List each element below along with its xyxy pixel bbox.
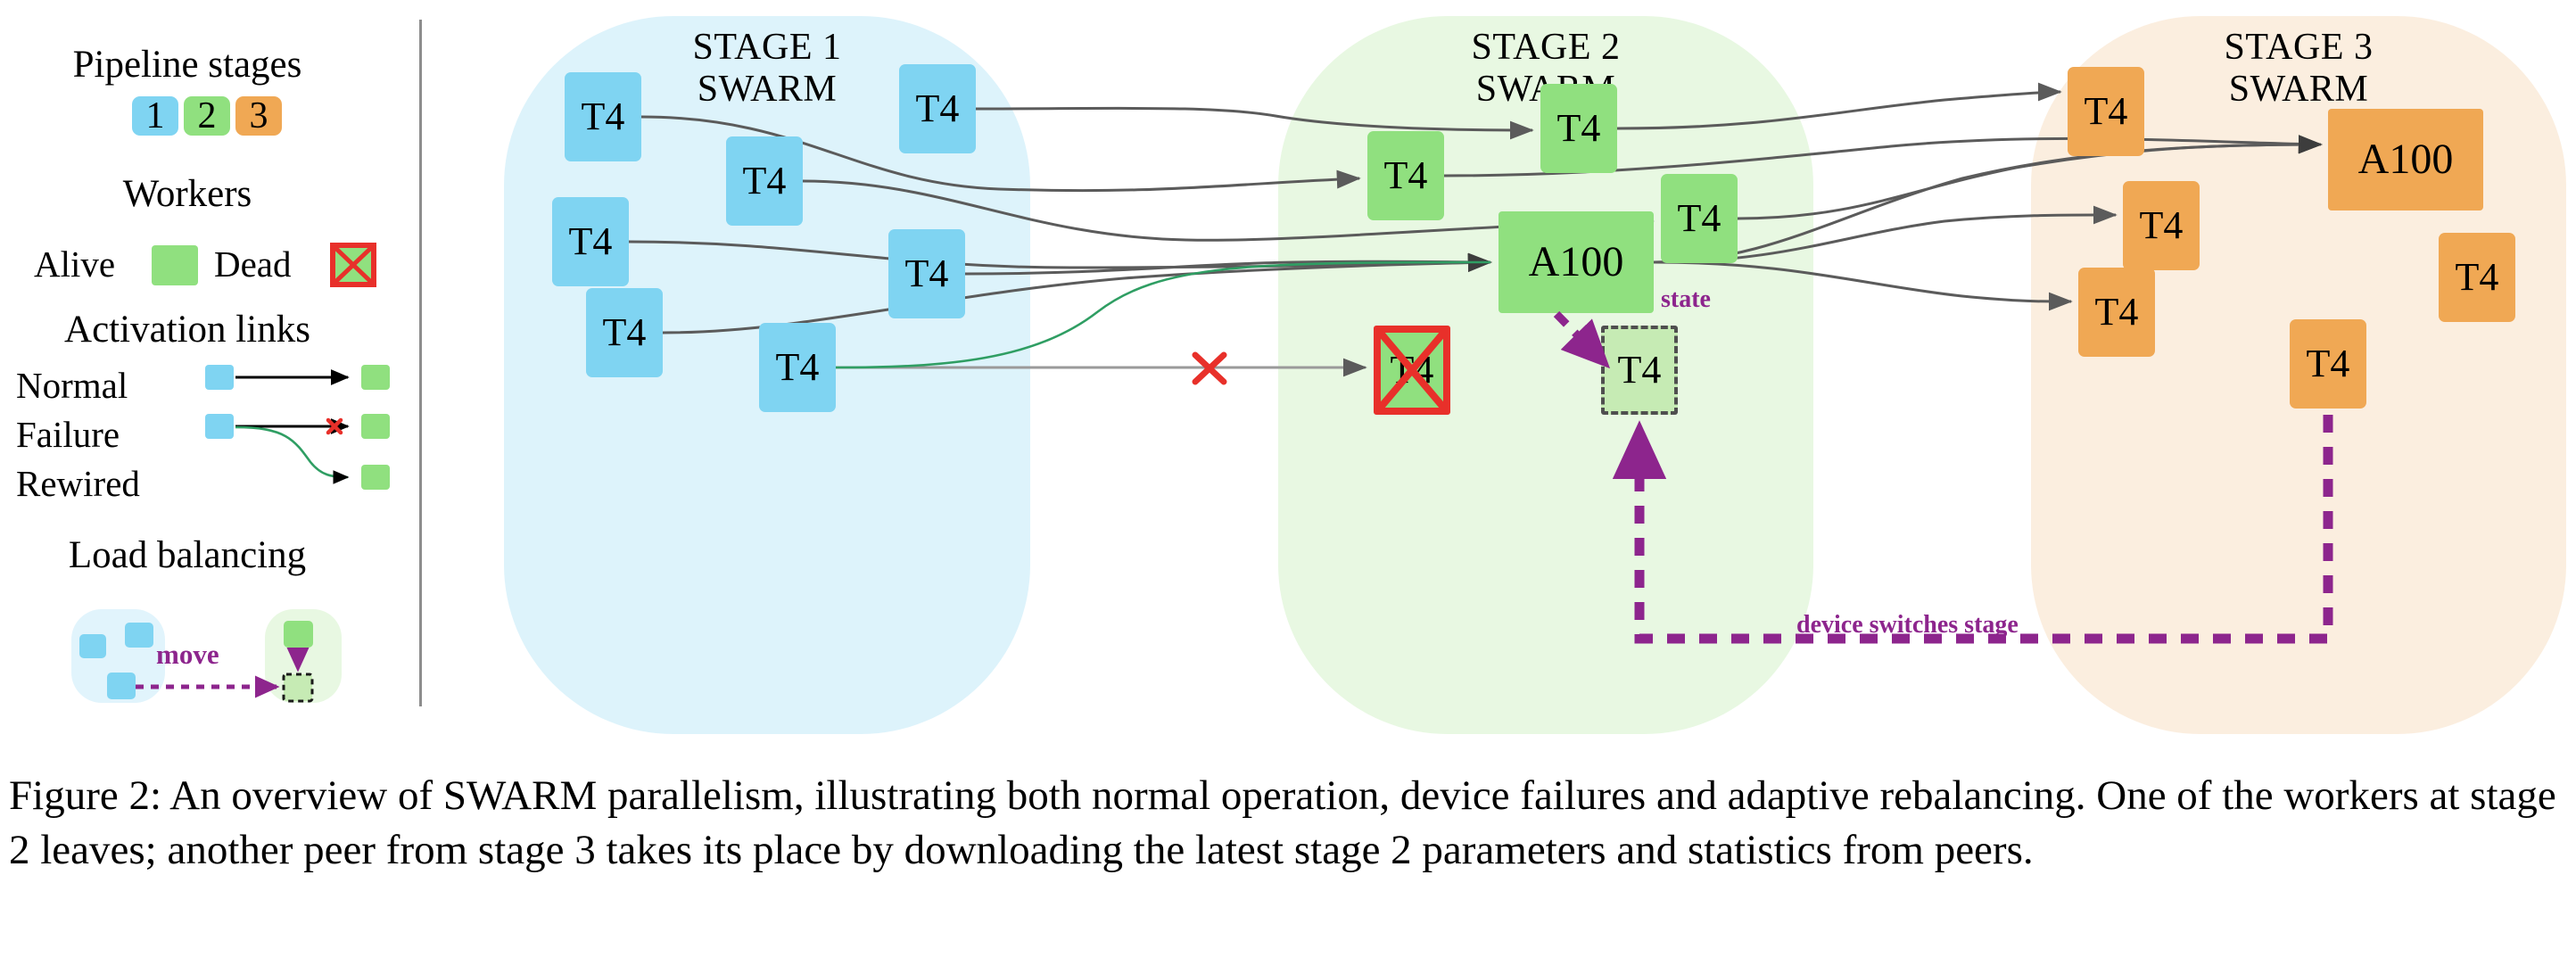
legend-link-failure-label: Failure [16, 414, 120, 455]
device-switches-stage-arrow [1612, 415, 2333, 644]
legend-move-label: move [156, 639, 219, 670]
stage-badge-2: 2 [184, 96, 230, 136]
activation-links-diagram [205, 365, 390, 490]
figure-root: STAGE 1 SWARM STAGE 2 SWARM STAGE 3 SWAR… [0, 0, 2576, 974]
legend-dst-node-rewired [361, 465, 390, 490]
legend-alive-label: Alive [34, 244, 116, 285]
legend-divider [419, 20, 422, 706]
lb-target-node [284, 621, 313, 648]
alive-worker-swatch [152, 245, 198, 285]
stage-badge-1: 1 [132, 96, 178, 136]
lb-source-node [79, 634, 106, 658]
legend-src-node-normal [205, 365, 234, 390]
legend-link-rewired-label: Rewired [16, 463, 140, 504]
legend-pipeline-stages-title: Pipeline stages [72, 44, 302, 86]
state-label: state [1661, 285, 1711, 313]
lb-source-node [125, 623, 153, 648]
legend-dst-node-normal [361, 365, 390, 390]
device-switches-stage-label: device switches stage [1796, 611, 2019, 639]
state-transfer-arrow [1553, 310, 1611, 369]
dead-worker-icon [330, 243, 376, 287]
legend-dead-label: Dead [214, 244, 292, 285]
lb-target-placeholder-node [282, 673, 314, 703]
lb-source-node [107, 673, 136, 699]
legend-link-normal-label: Normal [16, 365, 128, 406]
legend-panel: Pipeline stages 1 2 3 Workers Alive Dead… [0, 0, 422, 754]
legend-workers-title: Workers [122, 173, 252, 215]
legend-src-node-failure [205, 414, 234, 439]
legend-dst-node-failure [361, 414, 390, 439]
stage-badge-3: 3 [235, 96, 282, 136]
figure-caption: Figure 2: An overview of SWARM paralleli… [9, 772, 2556, 874]
legend-load-balancing-title: Load balancing [68, 534, 307, 576]
legend-activation-links-title: Activation links [64, 309, 310, 351]
